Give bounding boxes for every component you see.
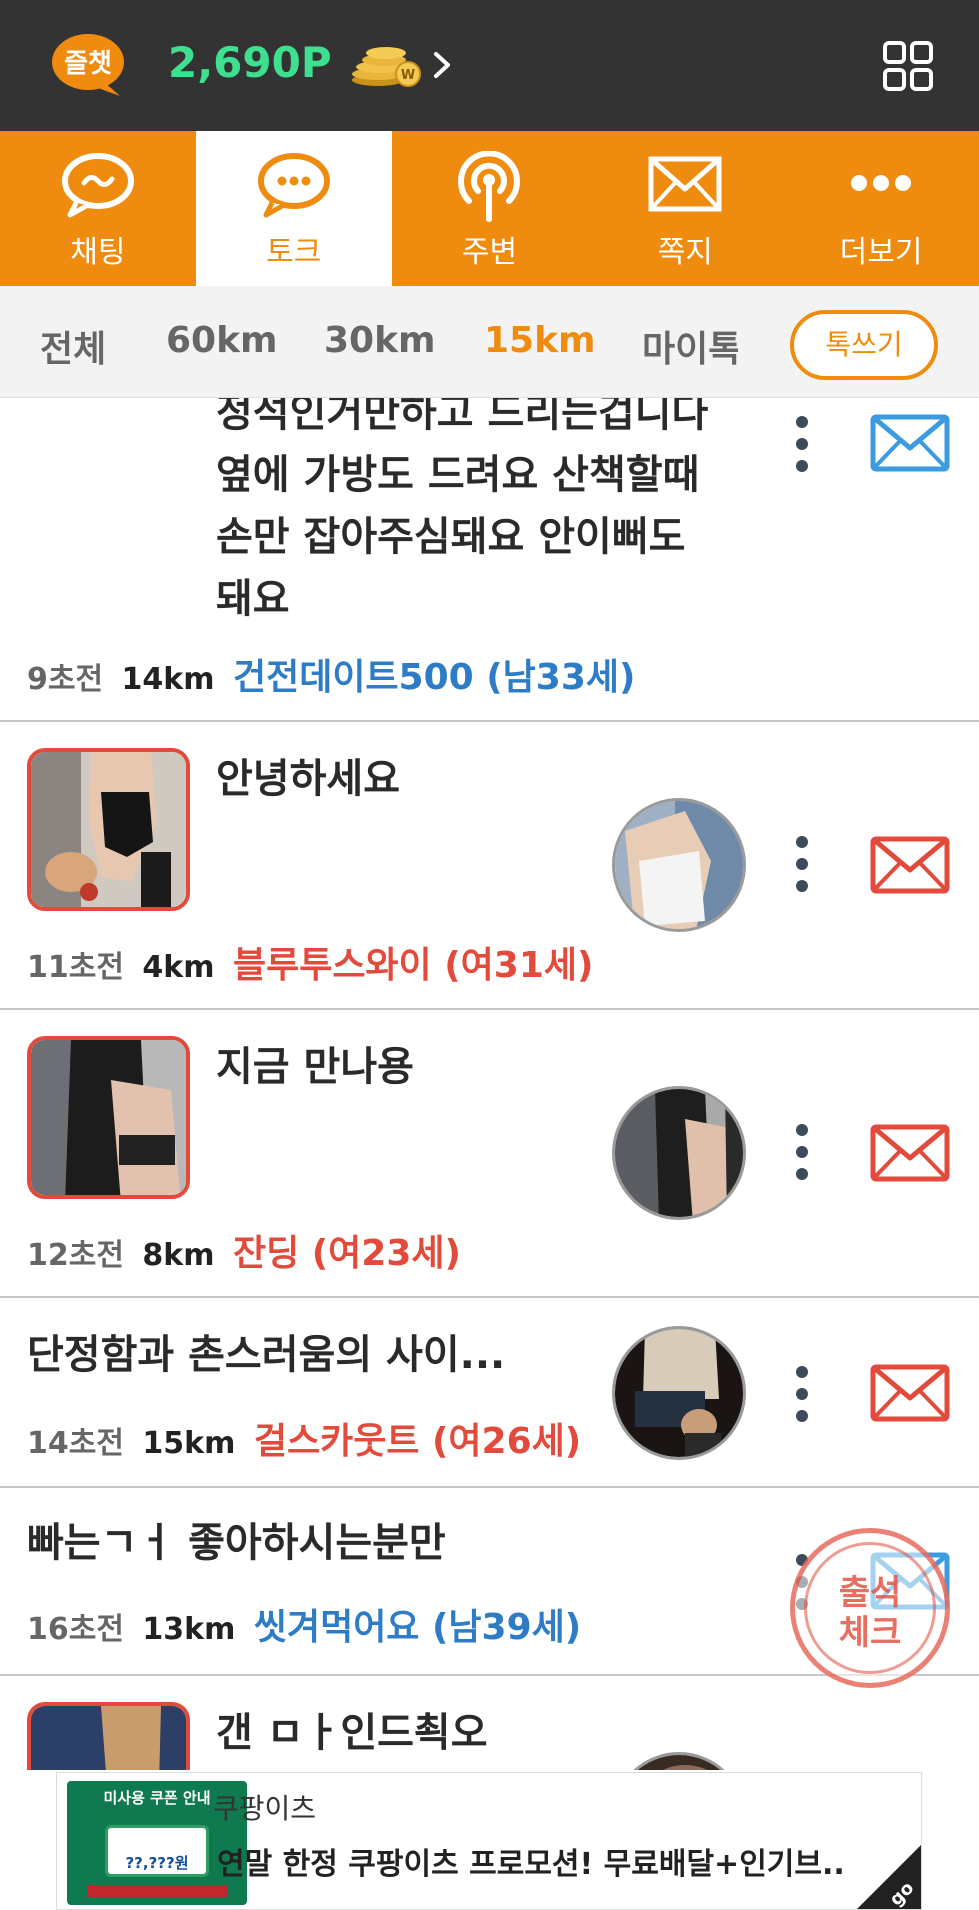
post-nickname[interactable]: 걸스카웃트 (여26세) [254,1421,581,1462]
svg-text:W: W [401,68,415,83]
post-message: 빠는ㄱㅓ 좋아하시는분만 [27,1520,446,1566]
post-message-line: 손만 잡아주심돼요 안이뻐도 [216,514,686,560]
post-photo[interactable] [27,748,190,911]
send-message-icon[interactable] [870,1124,950,1182]
tab-nearby[interactable]: 주변 [392,131,588,286]
tab-more[interactable]: 더보기 [783,131,979,286]
filter-60km[interactable]: 60km [166,320,278,361]
kebab-menu-icon[interactable] [790,834,814,894]
app-logo-text: 즐챗 [64,49,112,79]
kebab-menu-icon[interactable] [790,1122,814,1182]
stamp-label: 출석 체크 [795,1573,945,1653]
post-message: 안녕하세요 [216,756,400,802]
points-balance[interactable]: 2,690P [168,38,332,87]
ad-image-footer [87,1885,227,1897]
post-message-line: 돼요 [216,576,290,622]
write-talk-button[interactable]: 톡쓰기 [790,310,938,380]
post-photo[interactable] [27,1702,190,1770]
post-distance: 13km [142,1612,236,1647]
post-time: 11초전 [27,950,124,985]
chevron-right-icon[interactable] [430,48,454,82]
post-time: 14초전 [27,1426,124,1461]
chat-tilde-icon [61,153,134,218]
post-nickname[interactable]: 블루투스와이 (여31세) [233,945,594,986]
post-meta: 9초전 14km 건전데이트500 (남33세) [27,648,635,700]
tab-talk[interactable]: 토크 [195,131,392,286]
post-nickname[interactable]: 씻겨먹어요 (남39세) [254,1607,581,1648]
top-bar: 즐챗 2,690P W [0,0,979,131]
list-item[interactable]: 단정함과 촌스러움의 사이... 14초전 15km 걸스카웃트 (여26세) [0,1298,979,1488]
post-nickname[interactable]: 잔딩 (여23세) [233,1233,461,1274]
post-message-line: 정석인거만하고 드리는겁니다 [216,398,709,436]
kebab-menu-icon[interactable] [790,1364,814,1424]
post-time: 12초전 [27,1238,124,1273]
ad-brand: 쿠팡이츠 [213,1792,317,1825]
post-distance: 8km [142,1238,215,1273]
filter-15km[interactable]: 15km [484,320,596,361]
post-time: 16초전 [27,1612,124,1647]
attendance-check-button[interactable]: 출석 체크 [790,1528,950,1688]
post-message-line: 옆에 가방도 드려요 산책할때 [216,452,700,498]
list-item[interactable]: 안녕하세요 11초전 4km 블루투스와이 (여31세) [0,722,979,1010]
chat-dots-icon [257,153,330,218]
tab-messages-label: 쪽지 [657,235,713,270]
filter-my-talk[interactable]: 마이톡 [642,320,738,372]
main-nav: 채팅 토크 주변 쪽지 더보기 [0,131,979,286]
tab-talk-label: 토크 [266,235,322,270]
broadcast-icon [458,151,521,222]
tab-chat-label: 채팅 [70,235,126,270]
avatar[interactable] [612,1326,746,1460]
post-distance: 4km [142,950,215,985]
post-time: 9초전 [27,662,104,697]
tab-chat[interactable]: 채팅 [0,131,196,286]
avatar[interactable] [612,1086,746,1220]
list-item[interactable]: 갠 ㅁㅏ인드쵝오 [0,1676,979,1770]
more-dots-icon [851,175,912,191]
avatar[interactable] [612,798,746,932]
send-message-icon[interactable] [870,1364,950,1422]
post-distance: 15km [142,1426,236,1461]
post-meta: 12초전 8km 잔딩 (여23세) [27,1224,461,1276]
send-message-icon[interactable] [870,836,950,894]
post-message: 갠 ㅁㅏ인드쵝오 [216,1710,488,1756]
distance-filter-bar: 전체 60km 30km 15km 마이톡 톡쓰기 [0,286,979,398]
post-message: 지금 만나용 [216,1044,414,1090]
stamp-label-line1: 출석 [838,1573,902,1613]
post-meta: 16초전 13km 씻겨먹어요 (남39세) [27,1598,581,1650]
filter-all[interactable]: 전체 [40,320,106,372]
post-photo[interactable] [27,1036,190,1199]
post-meta: 14초전 15km 걸스카웃트 (여26세) [27,1412,581,1464]
list-item[interactable]: 지금 만나용 12초전 8km 잔딩 (여23세) [0,1010,979,1298]
app-grid-icon[interactable] [882,40,934,92]
tab-messages[interactable]: 쪽지 [587,131,783,286]
tab-nearby-label: 주변 [461,235,518,270]
filter-30km[interactable]: 30km [324,320,436,361]
post-message: 단정함과 촌스러움의 사이... [27,1332,506,1378]
envelope-icon [648,156,722,212]
post-meta: 11초전 4km 블루투스와이 (여31세) [27,936,593,988]
ad-image-coupon: ??,???원 [105,1825,209,1877]
stamp-label-line2: 체크 [838,1613,902,1653]
ad-banner[interactable]: 미사용 쿠폰 안내 ??,???원 쿠팡이츠 연말 한정 쿠팡이츠 프로모션! … [56,1772,922,1910]
post-nickname[interactable]: 건전데이트500 (남33세) [233,657,636,698]
kebab-menu-icon[interactable] [790,414,814,474]
tab-more-label: 더보기 [839,235,923,270]
ad-image-price: ??,???원 [125,1854,189,1872]
ad-go-icon[interactable]: go [857,1845,921,1909]
send-message-icon[interactable] [870,414,950,472]
ad-text: 연말 한정 쿠팡이츠 프로모션! 무료배달+인기브.. [217,1847,845,1882]
app-logo-icon[interactable]: 즐챗 [50,32,130,98]
coins-icon[interactable]: W [350,40,424,88]
post-distance: 14km [121,662,215,697]
list-item[interactable]: 정석인거만하고 드리는겁니다 옆에 가방도 드려요 산책할때 손만 잡아주심돼요… [0,398,979,722]
avatar[interactable] [612,1752,746,1770]
